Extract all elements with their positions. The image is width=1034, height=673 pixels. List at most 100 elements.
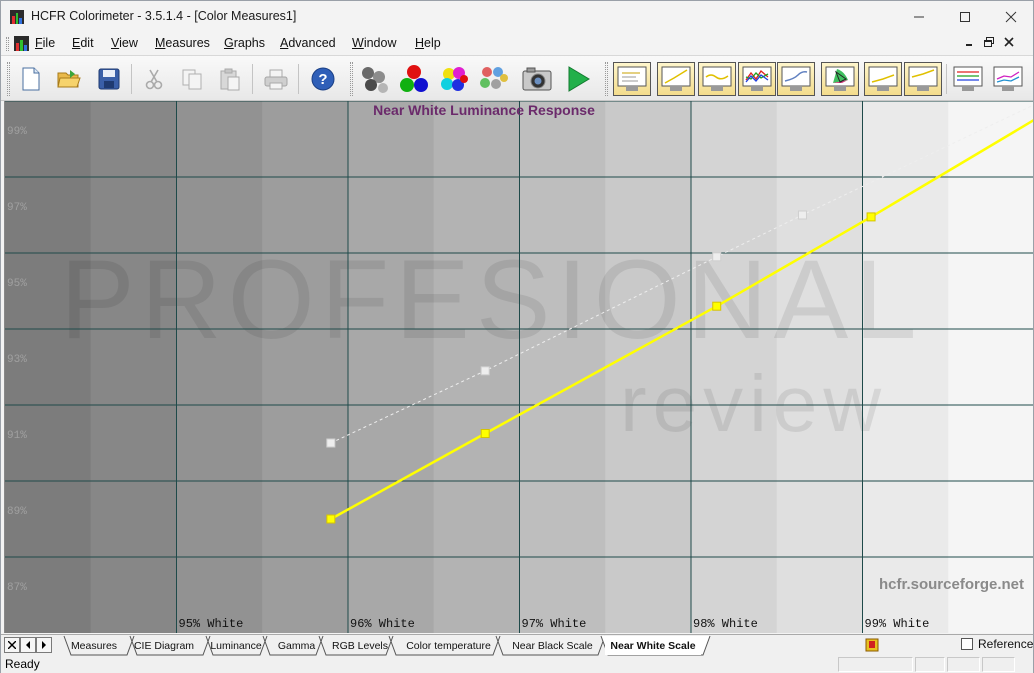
graph-near-black-button[interactable]	[864, 62, 902, 96]
window-title: HCFR Colorimeter - 3.5.1.4 - [Color Meas…	[31, 9, 297, 23]
document-menu-icon[interactable]	[14, 36, 29, 51]
measure-primaries-button[interactable]	[398, 62, 430, 96]
help-button[interactable]: ?	[307, 62, 339, 96]
toolbar-grip[interactable]	[7, 62, 10, 96]
graph-gamma-icon	[702, 66, 732, 91]
measure-grayscale-button[interactable]	[359, 62, 391, 96]
reference-checkbox[interactable]	[961, 638, 973, 650]
title-bar[interactable]: HCFR Colorimeter - 3.5.1.4 - [Color Meas…	[1, 1, 1033, 33]
tab-color-temperature[interactable]: Color temperature	[401, 636, 496, 655]
copy-button[interactable]	[176, 62, 208, 96]
toolbar: ?	[1, 55, 1033, 101]
graph-rgb-levels-button[interactable]	[738, 62, 776, 96]
x-tick-label: 95% White	[179, 617, 244, 631]
minimize-icon	[966, 44, 972, 46]
tab-luminance[interactable]: Luminance	[207, 636, 265, 655]
save-button[interactable]	[93, 62, 125, 96]
close-button[interactable]	[988, 1, 1034, 33]
x-tick-label: 99% White	[865, 617, 930, 631]
save-disk-icon	[98, 68, 120, 90]
tab-near-white-scale[interactable]: Near White Scale	[605, 636, 701, 655]
tab-rgb-levels[interactable]: RGB Levels	[329, 636, 391, 655]
warning-icon	[865, 638, 879, 652]
menu-graphs[interactable]: Graphs	[224, 36, 265, 50]
mdi-restore-button[interactable]	[983, 36, 995, 51]
graph-measures-icon	[617, 66, 647, 91]
graph-cie-diagram-icon	[825, 66, 855, 91]
open-folder-icon	[57, 70, 81, 88]
tab-cie-diagram[interactable]: CIE Diagram	[131, 636, 197, 655]
tab-scroll-left-button[interactable]	[20, 637, 36, 653]
menu-measures[interactable]: Measures	[155, 36, 210, 50]
graph-saturation-shift-button[interactable]	[949, 62, 987, 96]
paste-icon	[220, 68, 240, 91]
graph-luminance-button[interactable]	[657, 62, 695, 96]
menu-edit[interactable]: Edit	[72, 36, 94, 50]
background-band	[176, 101, 263, 633]
graph-measures-button[interactable]	[613, 62, 651, 96]
close-icon	[1005, 11, 1017, 23]
cut-button[interactable]	[138, 62, 170, 96]
background-band	[262, 101, 348, 633]
tab-close-button[interactable]	[4, 637, 20, 653]
y-tick-label: 91%	[7, 430, 27, 442]
menu-advanced[interactable]: Advanced	[280, 36, 336, 50]
series-point	[326, 438, 336, 448]
graph-saturation-luminance-button[interactable]	[989, 62, 1027, 96]
tab-near-black-scale[interactable]: Near Black Scale	[507, 636, 598, 655]
play-button[interactable]	[562, 62, 594, 96]
graph-near-white-button[interactable]	[904, 62, 942, 96]
menu-grip[interactable]	[6, 37, 9, 51]
arrow-right-icon	[42, 641, 46, 649]
y-tick-label: 97%	[7, 202, 27, 214]
background-band	[948, 101, 1033, 633]
watermark-brand: PROFESIONAL	[60, 237, 923, 362]
graph-near-white-icon	[908, 66, 938, 91]
status-bar: Ready	[1, 656, 1033, 673]
toolbar-grip[interactable]	[605, 62, 608, 96]
series-point	[712, 301, 722, 311]
play-icon	[568, 66, 590, 92]
y-tick-label: 99%	[7, 126, 27, 138]
cut-icon	[145, 69, 163, 90]
minimize-button[interactable]	[896, 1, 942, 33]
camera-icon	[522, 67, 552, 91]
measure-secondaries-button[interactable]	[438, 62, 470, 96]
maximize-button[interactable]	[942, 1, 988, 33]
series-point	[480, 366, 490, 376]
status-pane	[982, 657, 1015, 672]
copy-icon	[182, 69, 202, 90]
mdi-minimize-button[interactable]	[964, 36, 974, 51]
menu-bar: File Edit View Measures Graphs Advanced …	[1, 33, 1033, 55]
measure-saturations-button[interactable]	[477, 62, 509, 96]
tab-scroll-right-button[interactable]	[36, 637, 52, 653]
toolbar-grip[interactable]	[350, 62, 353, 96]
paste-button[interactable]	[214, 62, 246, 96]
tab-measures[interactable]: Measures	[66, 636, 122, 655]
tab-gamma[interactable]: Gamma	[274, 636, 319, 655]
near-white-chart[interactable]: PROFESIONAL review 87% 89% 91% 93% 95% 97% 99%…	[4, 101, 1033, 633]
close-icon	[1004, 37, 1014, 47]
app-window: HCFR Colorimeter - 3.5.1.4 - [Color Meas…	[0, 0, 1034, 673]
camera-button[interactable]	[521, 62, 553, 96]
new-document-button[interactable]	[15, 62, 47, 96]
new-document-icon	[22, 67, 40, 91]
menu-file[interactable]: File	[35, 36, 55, 50]
mdi-close-button[interactable]	[1004, 36, 1014, 51]
series-point	[797, 210, 807, 220]
graph-gamma-button[interactable]	[698, 62, 736, 96]
app-icon[interactable]	[10, 10, 24, 24]
menu-help[interactable]: Help	[415, 36, 441, 50]
minimize-icon	[914, 16, 924, 18]
menu-view[interactable]: View	[111, 36, 138, 50]
print-button[interactable]	[260, 62, 292, 96]
graph-cie-diagram-button[interactable]	[821, 62, 859, 96]
graph-rgb-levels-icon	[742, 66, 772, 91]
background-band	[90, 101, 177, 633]
background-band	[519, 101, 606, 633]
watermark-brand-sub: review	[620, 359, 887, 448]
graph-luminance-icon	[661, 66, 691, 91]
menu-window[interactable]: Window	[352, 36, 396, 50]
graph-color-temperature-button[interactable]	[777, 62, 815, 96]
open-button[interactable]	[53, 62, 85, 96]
